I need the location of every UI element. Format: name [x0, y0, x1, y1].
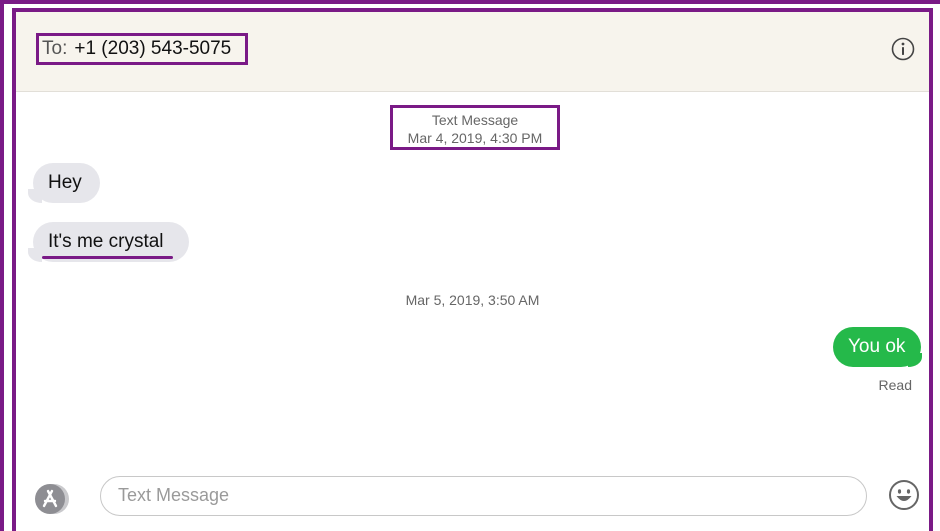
messages-window: To: +1 (203) 543-5075 Text Message Mar 4…: [12, 8, 933, 531]
annotation-frame-left: [0, 0, 4, 531]
timestamp-service: Text Message: [431, 112, 519, 128]
first-timestamp: Text Message Mar 4, 2019, 4:30 PM: [390, 105, 560, 150]
recipient-field[interactable]: To: +1 (203) 543-5075: [36, 33, 248, 65]
composer-bar: Text Message: [16, 472, 929, 531]
second-timestamp: Mar 5, 2019, 3:50 AM: [405, 292, 540, 308]
message-list: Text Message Mar 4, 2019, 4:30 PM Hey It…: [16, 92, 929, 472]
to-label: To:: [42, 38, 68, 59]
message-input[interactable]: Text Message: [100, 476, 867, 516]
conversation-header: To: +1 (203) 543-5075: [16, 12, 929, 92]
app-store-icon[interactable]: [34, 481, 70, 517]
info-icon[interactable]: [891, 37, 915, 61]
emoji-icon[interactable]: [888, 479, 920, 511]
annotation-underline: [42, 256, 173, 259]
timestamp-date: Mar 4, 2019, 4:30 PM: [407, 130, 543, 146]
message-bubble-incoming[interactable]: Hey: [33, 163, 100, 203]
recipient-number: +1 (203) 543-5075: [74, 38, 232, 59]
annotation-frame-top: [0, 0, 940, 4]
read-receipt: Read: [878, 377, 912, 393]
message-bubble-outgoing[interactable]: You ok: [833, 327, 921, 367]
